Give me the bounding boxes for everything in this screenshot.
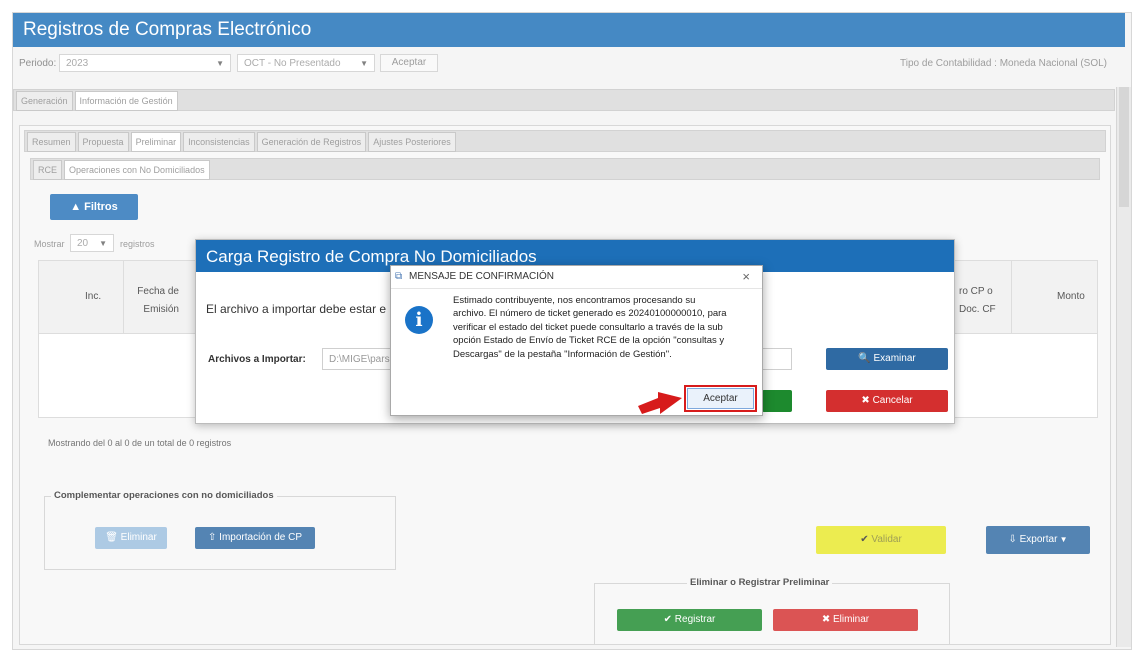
cancelar-button[interactable]: ✖ Cancelar <box>826 390 948 412</box>
examinar-button[interactable]: 🔍 Examinar <box>826 348 948 370</box>
confirm-dialog-header: ⧉ MENSAJE DE CONFIRMACIÓN × <box>391 266 762 289</box>
cancelar-label: Cancelar <box>872 395 913 406</box>
importar-button[interactable] <box>762 390 792 412</box>
examinar-label: Examinar <box>873 353 916 364</box>
java-icon: ⧉ <box>395 271 403 282</box>
x-icon: ✖ <box>861 395 873 406</box>
message-line: Descargas" de la pestaña "Información de… <box>453 348 672 360</box>
carga-dialog-text: El archivo a importar debe estar e <box>206 302 387 316</box>
confirm-message: Estimado contribuyente, nos encontramos … <box>453 294 753 361</box>
message-line: opción Estado de Envío de Ticket RCE de … <box>453 335 725 347</box>
search-icon: 🔍 <box>858 353 874 364</box>
confirm-dialog: ⧉ MENSAJE DE CONFIRMACIÓN × i Estimado c… <box>390 265 763 416</box>
message-line: Estimado contribuyente, nos encontramos … <box>453 295 696 306</box>
archivos-label: Archivos a Importar: <box>208 354 306 365</box>
close-icon[interactable]: × <box>742 266 750 288</box>
message-line: archivo. El número de ticket generado es… <box>453 308 727 320</box>
info-icon: i <box>405 306 433 334</box>
archivo-value: D:\MIGE\pars <box>329 354 390 365</box>
message-line: verificar el estado del ticket puede con… <box>453 321 723 333</box>
aceptar-confirm-button[interactable]: Aceptar <box>687 388 754 409</box>
confirm-dialog-title: MENSAJE DE CONFIRMACIÓN <box>409 271 555 282</box>
red-arrow-icon <box>638 392 682 414</box>
